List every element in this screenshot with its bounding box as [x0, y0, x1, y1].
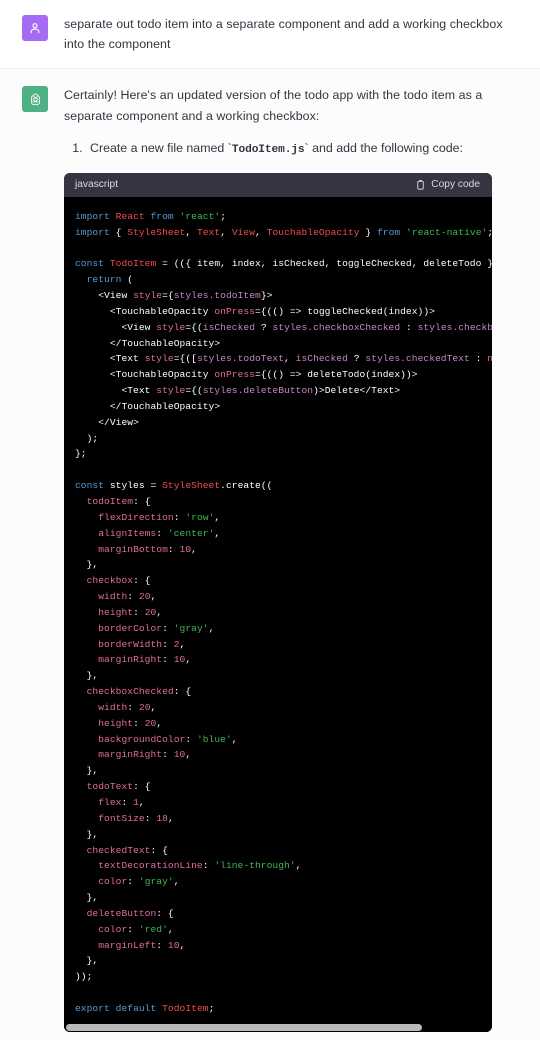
openai-logo-icon: [30, 93, 40, 106]
user-avatar: [22, 15, 48, 41]
code-block-header: javascript Copy code: [64, 172, 492, 197]
assistant-avatar: [22, 86, 48, 113]
user-message-body: separate out todo item into a separate c…: [64, 14, 522, 54]
chat-conversation: separate out todo item into a separate c…: [0, 0, 540, 1040]
assistant-intro-text: Certainly! Here's an updated version of …: [64, 88, 483, 123]
copy-code-label: Copy code: [431, 179, 480, 191]
code-scrollbar-thumb[interactable]: [66, 1023, 422, 1031]
code-block: javascript Copy code import React from '…: [64, 172, 492, 1032]
code-content[interactable]: import React from 'react'; import { Styl…: [64, 209, 492, 1017]
assistant-message-row: Certainly! Here's an updated version of …: [0, 68, 540, 1040]
assistant-message-body: Certainly! Here's an updated version of …: [64, 85, 522, 1032]
clipboard-icon: [417, 179, 424, 190]
code-horizontal-scrollbar[interactable]: [64, 1022, 492, 1032]
code-language-label: javascript: [75, 179, 119, 191]
steps-list: Create a new file named `TodoItem.js` an…: [64, 139, 522, 160]
step-text-after: and add the following code:: [308, 140, 463, 155]
user-message-row: separate out todo item into a separate c…: [0, 0, 540, 69]
step-text-before: Create a new file named: [90, 140, 228, 155]
user-person-icon: [30, 23, 40, 34]
copy-code-button[interactable]: Copy code: [415, 179, 480, 191]
inline-code-filename: TodoItem.js: [231, 143, 305, 156]
list-item: Create a new file named `TodoItem.js` an…: [86, 139, 522, 160]
code-block-body: import React from 'react'; import { Styl…: [64, 196, 492, 1023]
user-message-text: separate out todo item into a separate c…: [64, 17, 503, 52]
